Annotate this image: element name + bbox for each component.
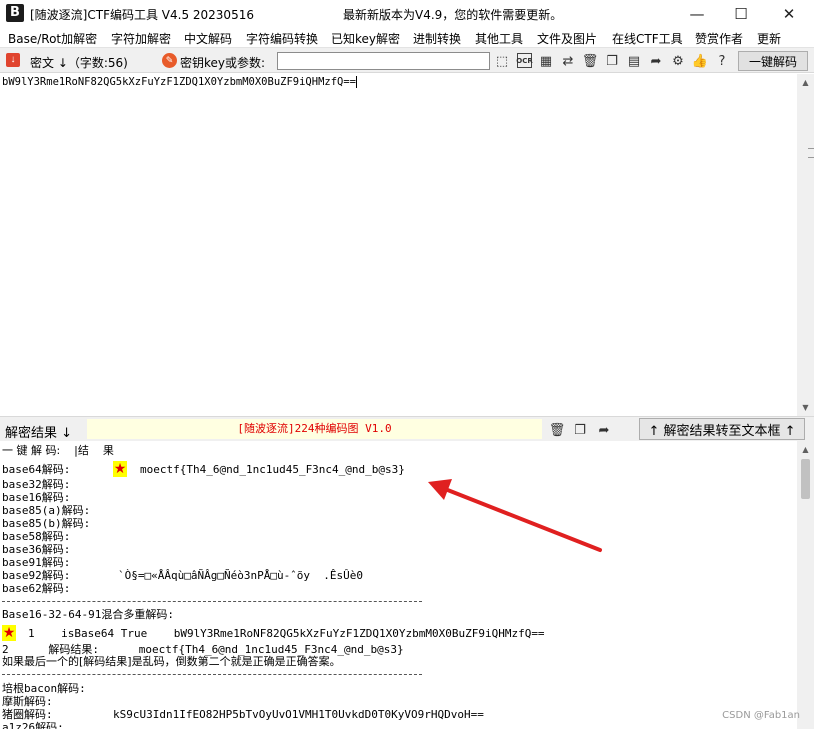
output-label-base62: base62解码: <box>2 582 71 595</box>
output-label-base58: base58解码: <box>2 530 71 543</box>
thumbs-up-icon[interactable]: 👍 <box>691 52 709 70</box>
app-logo-icon: B <box>6 4 24 22</box>
pigpen-decode-label: 猪圈解码: <box>2 708 53 721</box>
splitter-handle[interactable] <box>808 148 814 158</box>
output-header: 一 键 解 码: |结 果 <box>2 444 114 457</box>
output-scrollbar[interactable]: ▲ <box>797 441 814 729</box>
menu-bar: Base/Rot加解密 字符加解密 中文解码 字符编码转换 已知key解密 进制… <box>0 27 814 47</box>
menu-item-other-tools[interactable]: 其他工具 <box>475 30 523 47</box>
star-icon: ★ <box>113 461 127 477</box>
ocr-icon[interactable]: OCR <box>516 53 533 68</box>
morse-decode-label: 摩斯解码: <box>2 695 53 708</box>
select-cursor-icon[interactable]: ⬚ <box>493 52 511 70</box>
key-icon: ✎ <box>162 53 177 68</box>
scrollbar-thumb[interactable] <box>801 459 810 499</box>
copy-output-icon[interactable]: ❐ <box>571 421 589 439</box>
share-icon[interactable]: ➦ <box>647 52 665 70</box>
qrcode-icon[interactable]: ▦ <box>537 52 555 70</box>
decode-all-button[interactable]: 一键解码 <box>738 51 808 71</box>
output-label-base16: base16解码: <box>2 491 71 504</box>
output-label-base92: base92解码: <box>2 569 71 582</box>
output-value-base92: `Ò§=□«ÅÂqù□âÑÂg□Ñéò3nPÅ□ù-ˆõy .ÊsÛè0 <box>118 569 364 582</box>
watermark: CSDN @Fab1an <box>722 710 800 721</box>
output-label-base36: base36解码: <box>2 543 71 556</box>
output-label-base85a: base85(a)解码: <box>2 504 91 517</box>
toolbar: ↓ 密文 ↓（字数:56) ✎ 密钥key或参数: ⬚ OCR ▦ ⇄ 🗑 ❐ … <box>0 47 814 73</box>
transfer-result-button[interactable]: ↑ 解密结果转至文本框 ↑ <box>639 418 805 440</box>
menu-item-donate[interactable]: 赞赏作者 <box>695 30 743 47</box>
encoding-chart-banner[interactable]: [随波逐流]224种编码图 V1.0 <box>87 419 542 439</box>
result-output[interactable]: 一 键 解 码: |结 果 base64解码: ★ moectf{Th4_6@n… <box>0 441 797 729</box>
menu-item-base-convert[interactable]: 进制转换 <box>413 30 461 47</box>
share-output-icon[interactable]: ➦ <box>595 421 613 439</box>
output-label-base91: base91解码: <box>2 556 71 569</box>
output-separator <box>2 601 422 602</box>
text-caret <box>356 76 358 88</box>
close-button[interactable]: ✕ <box>766 0 812 27</box>
menu-item-online-ctf[interactable]: 在线CTF工具 <box>612 30 683 47</box>
help-icon[interactable]: ? <box>713 52 731 70</box>
gear-icon[interactable]: ⚙ <box>669 52 687 70</box>
result-bar: 解密结果 ↓ [随波逐流]224种编码图 V1.0 🗑 ❐ ➦ ↑ 解密结果转至… <box>0 416 814 441</box>
menu-item-file-image[interactable]: 文件及图片 <box>537 30 597 47</box>
pigpen-decode-value: kS9cU3Idn1IfEO82HP5bTvOyUvO1VMH1T0UvkdD0… <box>113 708 484 721</box>
multi-decode-note: 如果最后一个的[解码结果]是乱码，倒数第二个就是正确是正确答案。 <box>2 655 341 668</box>
trash-icon[interactable]: 🗑 <box>581 52 599 70</box>
key-input[interactable] <box>277 52 490 70</box>
swap-icon[interactable]: ⇄ <box>559 52 577 70</box>
key-label: 密钥key或参数: <box>180 56 266 70</box>
bacon-decode-label: 培根bacon解码: <box>2 682 86 695</box>
output-label-base32: base32解码: <box>2 478 71 491</box>
cipher-text-label: 密文 ↓（字数:56) <box>30 56 128 70</box>
ciphertext-value: bW9lY3Rme1RoNF82QG5kXzFuYzF1ZDQ1X0YzbmM0… <box>2 76 357 88</box>
minimize-button[interactable]: — <box>674 0 720 27</box>
output-label-base64: base64解码: <box>2 463 71 476</box>
output-value-base64: moectf{Th4_6@nd_1nc1ud45_F3nc4_@nd_b@s3} <box>140 463 405 476</box>
scroll-up-icon[interactable]: ▲ <box>797 441 814 458</box>
multi-decode-row-1: 1 isBase64 True bW9lY3Rme1RoNF82QG5kXzFu… <box>28 627 545 640</box>
a1z26-decode-label: a1z26解码: <box>2 721 64 729</box>
scroll-up-icon[interactable]: ▲ <box>797 74 814 91</box>
download-icon[interactable]: ↓ <box>6 53 20 67</box>
menu-item-chinese-decode[interactable]: 中文解码 <box>184 30 232 47</box>
output-label-base85b: base85(b)解码: <box>2 517 91 530</box>
title-bar: B [随波逐流]CTF编码工具 V4.5 20230516 最新新版本为V4.9… <box>0 0 814 27</box>
menu-item-update[interactable]: 更新 <box>757 30 781 47</box>
multi-decode-title: Base16-32-64-91混合多重解码: <box>2 608 174 621</box>
input-scrollbar[interactable]: ▲ ▼ <box>797 74 814 416</box>
output-separator <box>2 674 422 675</box>
star-icon: ★ <box>2 625 16 641</box>
result-label: 解密结果 ↓ <box>5 426 73 441</box>
maximize-button[interactable]: ☐ <box>718 0 764 27</box>
document-icon[interactable]: ▤ <box>625 52 643 70</box>
menu-item-charset-convert[interactable]: 字符编码转换 <box>246 30 318 47</box>
copy-icon[interactable]: ❐ <box>603 52 621 70</box>
menu-item-base-rot[interactable]: Base/Rot加解密 <box>8 30 97 47</box>
red-arrow-annotation <box>428 479 602 552</box>
menu-item-char-crypto[interactable]: 字符加解密 <box>111 30 171 47</box>
ciphertext-textarea[interactable]: bW9lY3Rme1RoNF82QG5kXzFuYzF1ZDQ1X0YzbmM0… <box>0 74 797 416</box>
clear-output-icon[interactable]: 🗑 <box>548 421 566 439</box>
update-notice: 最新新版本为V4.9，您的软件需要更新。 <box>343 8 563 22</box>
menu-item-known-key[interactable]: 已知key解密 <box>331 30 400 47</box>
scroll-down-icon[interactable]: ▼ <box>797 399 814 416</box>
window-title: [随波逐流]CTF编码工具 V4.5 20230516 <box>30 8 254 22</box>
